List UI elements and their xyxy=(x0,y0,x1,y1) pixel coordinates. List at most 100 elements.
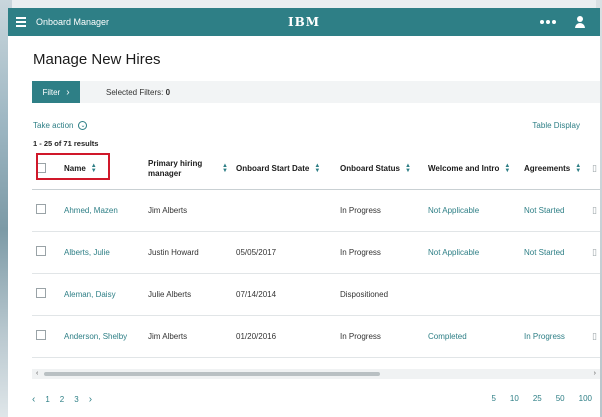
page-size-5[interactable]: 5 xyxy=(491,394,495,403)
truncated-column-icon: ▯ xyxy=(592,163,597,174)
horizontal-scrollbar[interactable]: ‹ › xyxy=(32,369,600,379)
agreements-status-link[interactable]: Not Started xyxy=(520,231,588,274)
filter-button-label: Filter xyxy=(42,87,61,97)
table-row: Ahmed, Mazen Jim Alberts In Progress Not… xyxy=(32,189,600,232)
ibm-logo: IBM xyxy=(287,15,321,29)
filter-button[interactable]: Filter › xyxy=(32,81,80,103)
page-size-100[interactable]: 100 xyxy=(579,394,592,403)
column-header-status[interactable]: Onboard Status ▲ ▼ xyxy=(336,149,424,190)
column-header-label: Welcome and Intro xyxy=(428,164,500,174)
sort-icon[interactable]: ▲ ▼ xyxy=(405,163,411,174)
table-display-link[interactable]: Table Display xyxy=(532,121,580,130)
page-size-selector: 5 10 25 50 100 xyxy=(491,394,592,403)
manager-cell: Julie Alberts xyxy=(144,273,232,316)
hamburger-menu-icon[interactable] xyxy=(8,8,34,36)
row-select-cell xyxy=(32,315,60,358)
more-options-icon[interactable] xyxy=(540,20,556,24)
row-select-cell xyxy=(32,231,60,274)
take-action-label: Take action xyxy=(33,121,74,130)
column-header-agreements[interactable]: Agreements ▲ ▼ xyxy=(520,149,588,190)
column-header-label: Onboard Status xyxy=(340,164,401,174)
status-cell: Dispositioned xyxy=(336,273,424,316)
column-header-start-date[interactable]: Onboard Start Date ▲ ▼ xyxy=(232,149,336,190)
table-row: Anderson, Shelby Jim Alberts 01/20/2016 … xyxy=(32,315,600,358)
welcome-status-link[interactable]: Completed xyxy=(424,315,520,358)
agreements-status-link[interactable]: In Progress xyxy=(520,315,588,358)
filter-bar: Filter › Selected Filters: 0 xyxy=(32,81,600,103)
sort-icon[interactable]: ▲ ▼ xyxy=(575,163,581,174)
select-all-cell xyxy=(32,149,60,190)
truncated-column-icon: ▯ xyxy=(588,315,600,358)
chevron-down-circle-icon: ⌄ xyxy=(78,121,88,130)
manager-cell: Jim Alberts xyxy=(144,315,232,358)
top-bar: Onboard Manager IBM xyxy=(8,8,600,36)
page-link-2[interactable]: 2 xyxy=(60,395,64,404)
column-header-name[interactable]: Name ▲ ▼ xyxy=(60,149,144,190)
sort-icon[interactable]: ▲ ▼ xyxy=(504,163,510,174)
row-select-cell xyxy=(32,273,60,316)
row-checkbox[interactable] xyxy=(36,204,46,214)
table-header-row: Name ▲ ▼ Primary hiring manager ▲ ▼ Onboard … xyxy=(32,149,600,190)
table-row: Alberts, Julie Justin Howard 05/05/2017 … xyxy=(32,231,600,274)
app-window: Onboard Manager IBM Manage New Hires Fil… xyxy=(8,8,600,417)
start-date-cell xyxy=(232,189,336,232)
column-header-label: Onboard Start Date xyxy=(236,164,310,174)
column-header-label: Name xyxy=(64,164,86,174)
page-size-25[interactable]: 25 xyxy=(533,394,542,403)
table-row: Aleman, Daisy Julie Alberts 07/14/2014 D… xyxy=(32,273,600,316)
truncated-column-icon: ▯ xyxy=(588,231,600,274)
column-header-welcome[interactable]: Welcome and Intro ▲ ▼ xyxy=(424,149,520,190)
manager-cell: Jim Alberts xyxy=(144,189,232,232)
row-select-cell xyxy=(32,189,60,232)
welcome-status-link[interactable]: Not Applicable xyxy=(424,231,520,274)
truncated-column-icon: ▯ xyxy=(588,189,600,232)
status-cell: In Progress xyxy=(336,231,424,274)
page-link-3[interactable]: 3 xyxy=(74,395,78,404)
manager-cell: Justin Howard xyxy=(144,231,232,274)
agreements-status-link[interactable]: Not Started xyxy=(520,189,588,232)
results-count: 1 - 25 of 71 results xyxy=(33,139,99,148)
status-cell: In Progress xyxy=(336,189,424,232)
next-page-icon[interactable]: › xyxy=(89,394,92,405)
select-all-checkbox[interactable] xyxy=(36,162,46,173)
new-hires-table: Name ▲ ▼ Primary hiring manager ▲ ▼ Onboard … xyxy=(32,149,600,358)
row-checkbox[interactable] xyxy=(36,330,46,340)
scroll-right-icon[interactable]: › xyxy=(594,370,596,377)
start-date-cell: 07/14/2014 xyxy=(232,273,336,316)
column-header-manager[interactable]: Primary hiring manager ▲ ▼ xyxy=(144,149,232,190)
hire-name-link[interactable]: Aleman, Daisy xyxy=(60,273,144,316)
row-checkbox[interactable] xyxy=(36,288,46,298)
truncated-column-icon xyxy=(588,273,600,316)
column-header-overflow: ▯ xyxy=(588,149,600,190)
previous-page-icon[interactable]: ‹ xyxy=(32,394,35,405)
selected-filters-count: 0 xyxy=(165,87,171,97)
selected-filters: Selected Filters: 0 xyxy=(106,88,170,97)
scroll-left-icon[interactable]: ‹ xyxy=(36,370,38,377)
app-title: Onboard Manager xyxy=(36,17,110,27)
hire-name-link[interactable]: Alberts, Julie xyxy=(60,231,144,274)
top-bar-actions xyxy=(540,8,586,36)
sort-icon[interactable]: ▲ ▼ xyxy=(314,163,320,174)
sort-icon[interactable]: ▲ ▼ xyxy=(222,163,228,174)
row-checkbox[interactable] xyxy=(36,246,46,256)
pagination: ‹ 1 2 3 › xyxy=(32,394,92,405)
start-date-cell: 01/20/2016 xyxy=(232,315,336,358)
sort-icon[interactable]: ▲ ▼ xyxy=(91,163,97,174)
column-header-label: Primary hiring manager xyxy=(148,158,203,178)
user-icon[interactable] xyxy=(574,16,586,28)
page-size-50[interactable]: 50 xyxy=(556,394,565,403)
take-action-menu[interactable]: Take action ⌄ xyxy=(33,121,88,130)
page-size-10[interactable]: 10 xyxy=(510,394,519,403)
start-date-cell: 05/05/2017 xyxy=(232,231,336,274)
selected-filters-label: Selected Filters: xyxy=(106,87,164,97)
page-link-1[interactable]: 1 xyxy=(45,395,49,404)
hire-name-link[interactable]: Anderson, Shelby xyxy=(60,315,144,358)
welcome-status-link[interactable] xyxy=(424,273,520,316)
welcome-status-link[interactable]: Not Applicable xyxy=(424,189,520,232)
column-header-label: Agreements xyxy=(524,164,571,174)
status-cell: In Progress xyxy=(336,315,424,358)
chevron-right-icon: › xyxy=(66,86,70,98)
hire-name-link[interactable]: Ahmed, Mazen xyxy=(60,189,144,232)
scrollbar-thumb[interactable] xyxy=(44,372,380,376)
agreements-status-link[interactable] xyxy=(520,273,588,316)
